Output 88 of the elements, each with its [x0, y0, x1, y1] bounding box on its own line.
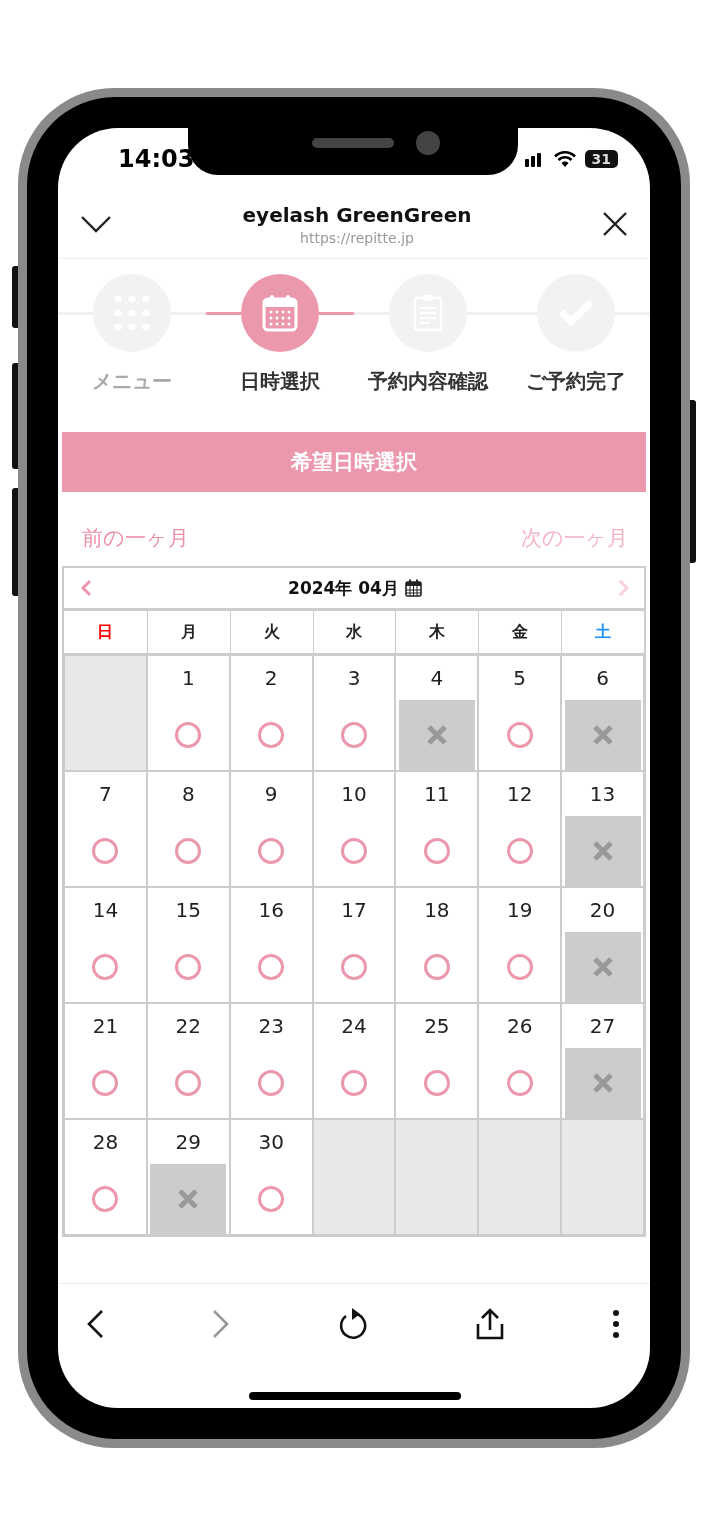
month-title: 2024年 04月: [288, 576, 399, 600]
available-circle-icon[interactable]: [341, 1070, 367, 1097]
day-number: 13: [589, 782, 616, 807]
chevron-down-icon[interactable]: [80, 214, 112, 234]
weekday-header: 月: [146, 611, 230, 653]
day-number: 14: [92, 898, 119, 923]
available-circle-icon[interactable]: [423, 1070, 450, 1097]
day-number: 6: [596, 666, 609, 691]
weekday-header: 木: [395, 611, 479, 653]
day-number: 18: [424, 898, 450, 923]
day-number: 21: [92, 1014, 119, 1039]
day-number: 25: [424, 1014, 450, 1039]
available-circle-icon[interactable]: [175, 1070, 202, 1097]
day-number: 22: [175, 1014, 201, 1039]
status-time: 14:03: [118, 145, 195, 173]
step-label: 予約内容確認: [368, 368, 488, 395]
weekday-header: 土: [561, 611, 644, 653]
day-number: 30: [258, 1130, 284, 1155]
day-number: 24: [341, 1014, 367, 1039]
available-circle-icon[interactable]: [258, 722, 285, 749]
day-number: 11: [424, 782, 450, 807]
weekday-header: 金: [478, 611, 562, 653]
available-circle-icon[interactable]: [92, 954, 119, 981]
page-url: https://repitte.jp: [300, 229, 414, 246]
day-number: 19: [507, 898, 533, 923]
available-circle-icon[interactable]: [506, 838, 533, 865]
step-label: 日時選択: [240, 368, 320, 395]
available-circle-icon[interactable]: [175, 838, 202, 865]
day-number: 12: [507, 782, 533, 807]
cross-icon: [591, 840, 614, 863]
chevron-left-icon[interactable]: [80, 579, 92, 597]
day-number: 26: [507, 1014, 533, 1039]
previous-month-link[interactable]: 前の一ヶ月: [82, 524, 189, 552]
day-number: 10: [341, 782, 367, 807]
day-number: 1: [181, 666, 195, 691]
day-number: 16: [258, 898, 284, 923]
weekday-header: 火: [229, 611, 313, 653]
available-circle-icon[interactable]: [92, 1070, 119, 1097]
wifi-icon: [552, 150, 577, 168]
weekday-header: 水: [312, 611, 396, 653]
calendar-icon[interactable]: [404, 579, 422, 597]
available-circle-icon[interactable]: [423, 838, 450, 865]
available-circle-icon[interactable]: [506, 722, 533, 749]
available-circle-icon[interactable]: [341, 954, 367, 981]
day-number: 4: [430, 666, 444, 691]
day-number: 23: [258, 1014, 284, 1039]
available-circle-icon[interactable]: [92, 838, 119, 865]
day-number: 28: [92, 1130, 119, 1155]
available-circle-icon[interactable]: [506, 954, 533, 981]
day-number: 8: [181, 782, 195, 807]
available-circle-icon[interactable]: [258, 954, 285, 981]
more-icon[interactable]: [612, 1309, 620, 1339]
available-circle-icon[interactable]: [258, 1070, 285, 1097]
battery-level: 31: [584, 150, 618, 168]
close-icon[interactable]: [602, 211, 628, 237]
available-circle-icon[interactable]: [341, 722, 367, 749]
day-number: 2: [264, 666, 278, 691]
section-banner: 希望日時選択: [62, 432, 646, 492]
day-number: 27: [589, 1014, 616, 1039]
back-icon[interactable]: [86, 1309, 104, 1339]
available-circle-icon[interactable]: [92, 1186, 119, 1213]
available-circle-icon[interactable]: [175, 722, 202, 749]
calendar-icon: [262, 294, 298, 332]
available-circle-icon[interactable]: [175, 954, 202, 981]
available-circle-icon[interactable]: [258, 1186, 285, 1213]
day-number: 5: [513, 666, 527, 691]
cross-icon: [591, 1072, 614, 1095]
cross-icon: [591, 724, 614, 747]
available-circle-icon[interactable]: [341, 838, 367, 865]
available-circle-icon[interactable]: [506, 1070, 533, 1097]
cross-icon: [591, 956, 614, 979]
day-number: 9: [264, 782, 278, 807]
available-circle-icon[interactable]: [423, 954, 450, 981]
day-number: 15: [175, 898, 201, 923]
weekday-header: 日: [96, 620, 115, 643]
cross-icon: [177, 1188, 200, 1211]
page-title: eyelash GreenGreen: [242, 202, 472, 227]
cross-icon: [425, 724, 448, 747]
day-number: 17: [341, 898, 367, 923]
day-number: 3: [347, 666, 361, 691]
day-number: 29: [175, 1130, 201, 1155]
reload-icon[interactable]: [338, 1308, 368, 1340]
share-icon[interactable]: [476, 1308, 504, 1340]
day-number: 7: [99, 782, 112, 807]
step-label: ご予約完了: [526, 368, 626, 395]
day-number: 20: [589, 898, 616, 923]
step-label: メニュー: [92, 368, 172, 395]
available-circle-icon[interactable]: [258, 838, 285, 865]
